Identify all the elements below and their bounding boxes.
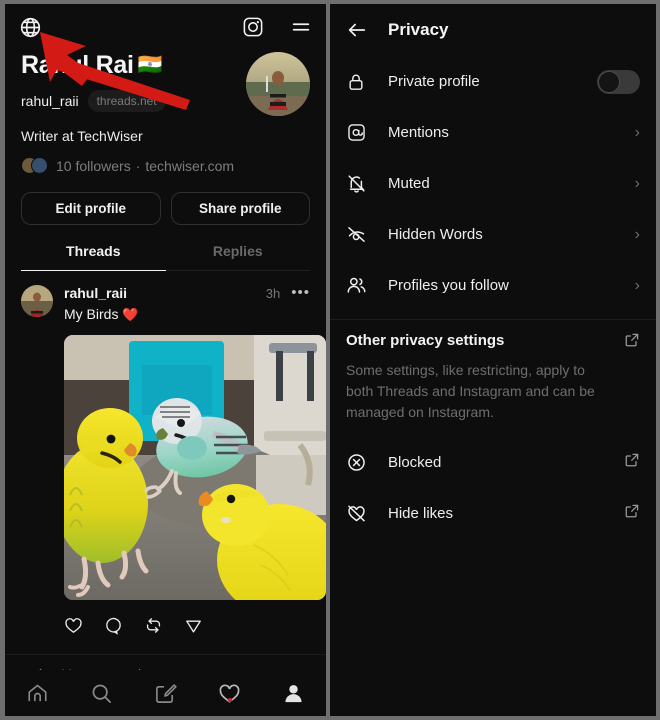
- post-body: rahul_raii 3h ••• My Birds ❤️: [64, 285, 326, 654]
- profile-block: Rahul Rai 🇮🇳 rahul_raii threads.net Writ…: [5, 50, 326, 271]
- blocked-circle-x-icon: [346, 452, 372, 473]
- nav-home[interactable]: [5, 682, 69, 705]
- profile-top-bar: [5, 4, 326, 50]
- post-item: rahul_raii 3h ••• My Birds ❤️: [5, 271, 326, 654]
- privacy-settings-panel: Privacy Private profile Mentions › Muted…: [330, 4, 656, 716]
- flag-emoji: 🇮🇳: [137, 54, 163, 76]
- section-divider: [330, 319, 656, 320]
- profile-tabs: Threads Replies: [21, 243, 310, 271]
- section-title: Other privacy settings: [346, 332, 505, 349]
- activity-badge-dot: [227, 697, 232, 702]
- privacy-label: Blocked: [388, 454, 442, 471]
- post-image[interactable]: [64, 335, 326, 600]
- followers-count: 10 followers: [56, 157, 131, 174]
- nav-search[interactable]: [69, 682, 133, 705]
- external-link-icon[interactable]: [624, 332, 640, 353]
- post-text: My Birds ❤️: [64, 306, 310, 323]
- privacy-row-profiles-you-follow[interactable]: Profiles you follow ›: [330, 260, 656, 311]
- profile-website[interactable]: techwiser.com: [145, 158, 234, 174]
- status-badge[interactable]: threads.net: [87, 90, 166, 112]
- privacy-label: Private profile: [388, 73, 480, 90]
- edit-profile-button[interactable]: Edit profile: [21, 192, 161, 225]
- nav-compose[interactable]: [133, 682, 197, 705]
- hamburger-menu-icon[interactable]: [290, 16, 312, 38]
- chevron-right-icon: ›: [634, 174, 640, 192]
- section-description: Some settings, like restricting, apply t…: [346, 362, 595, 420]
- tab-replies[interactable]: Replies: [165, 243, 310, 271]
- privacy-label: Profiles you follow: [388, 277, 509, 294]
- globe-icon[interactable]: [19, 16, 42, 39]
- chevron-right-icon: ›: [634, 225, 640, 243]
- avatar[interactable]: [246, 52, 310, 116]
- post-text-label: My Birds: [64, 306, 119, 322]
- threads-profile-panel: Rahul Rai 🇮🇳 rahul_raii threads.net Writ…: [5, 4, 326, 716]
- privacy-label: Hidden Words: [388, 226, 483, 243]
- heart-off-icon: [346, 503, 372, 524]
- privacy-header: Privacy: [330, 4, 656, 56]
- eye-off-icon: [346, 224, 372, 245]
- privacy-row-blocked[interactable]: Blocked: [330, 437, 656, 488]
- at-mention-icon: [346, 122, 372, 143]
- privacy-row-hidden-words[interactable]: Hidden Words ›: [330, 209, 656, 260]
- nav-profile[interactable]: [262, 682, 326, 705]
- page-title: Rahul Rai: [21, 51, 134, 79]
- privacy-row-hide-likes[interactable]: Hide likes: [330, 488, 656, 539]
- other-privacy-header[interactable]: Other privacy settings: [346, 332, 640, 353]
- private-profile-toggle[interactable]: [597, 69, 640, 94]
- like-icon[interactable]: [64, 616, 83, 640]
- back-arrow-icon[interactable]: [346, 19, 368, 41]
- comment-icon[interactable]: [104, 616, 123, 640]
- toggle-knob: [598, 70, 620, 93]
- post-actions: [64, 600, 310, 654]
- people-icon: [346, 275, 372, 296]
- profile-bio: Writer at TechWiser: [21, 128, 143, 144]
- share-icon[interactable]: [184, 616, 203, 640]
- nav-activity[interactable]: [198, 682, 262, 705]
- privacy-row-mentions[interactable]: Mentions ›: [330, 107, 656, 158]
- app-screenshot: Rahul Rai 🇮🇳 rahul_raii threads.net Writ…: [0, 0, 660, 720]
- post-header: rahul_raii 3h •••: [64, 285, 310, 301]
- post-more-icon[interactable]: •••: [291, 285, 310, 300]
- bell-muted-icon: [346, 173, 372, 194]
- page-title: Privacy: [388, 20, 449, 39]
- chevron-right-icon: ›: [634, 123, 640, 141]
- other-privacy-section: Other privacy settings Some settings, li…: [330, 324, 656, 423]
- tab-threads[interactable]: Threads: [21, 243, 166, 271]
- external-link-icon[interactable]: [624, 452, 640, 473]
- followers-row[interactable]: 10 followers · techwiser.com: [21, 157, 310, 174]
- bottom-navigation: [5, 670, 326, 716]
- separator: ·: [135, 157, 141, 174]
- post-author-avatar[interactable]: [21, 285, 53, 317]
- privacy-label: Mentions: [388, 124, 449, 141]
- follower-avatar: [31, 157, 48, 174]
- instagram-icon[interactable]: [242, 16, 264, 38]
- privacy-label: Muted: [388, 175, 430, 192]
- privacy-row-private-profile[interactable]: Private profile: [330, 56, 656, 107]
- post-username[interactable]: rahul_raii: [64, 285, 127, 301]
- post-timestamp: 3h: [265, 285, 281, 301]
- external-link-icon[interactable]: [624, 503, 640, 524]
- privacy-row-muted[interactable]: Muted ›: [330, 158, 656, 209]
- repost-icon[interactable]: [144, 616, 163, 640]
- profile-handle: rahul_raii: [21, 93, 79, 109]
- profile-buttons: Edit profile Share profile: [21, 192, 310, 225]
- chevron-right-icon: ›: [634, 276, 640, 294]
- share-profile-button[interactable]: Share profile: [170, 192, 310, 225]
- heart-emoji: ❤️: [122, 307, 139, 322]
- follower-avatars: [21, 157, 48, 174]
- privacy-label: Hide likes: [388, 505, 454, 522]
- lock-icon: [346, 72, 372, 92]
